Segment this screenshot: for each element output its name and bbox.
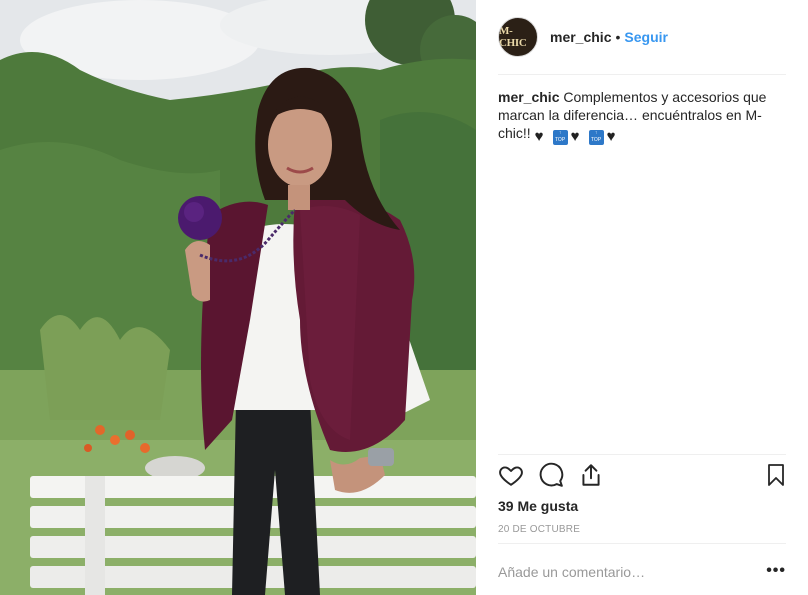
post-actions bbox=[498, 462, 790, 492]
more-options-icon[interactable]: ••• bbox=[766, 562, 786, 580]
black-heart-icon: ♥ bbox=[570, 128, 580, 145]
follow-button[interactable]: Seguir bbox=[624, 29, 668, 45]
like-heart-icon[interactable] bbox=[498, 462, 524, 493]
separator-dot: • bbox=[615, 29, 621, 45]
post-panel: M-CHIC mer_chic • Seguir mer_chic Comple… bbox=[476, 0, 808, 595]
header-divider bbox=[498, 74, 786, 75]
top-arrow-icon: ↑ TOP bbox=[552, 130, 568, 145]
comment-input[interactable] bbox=[498, 564, 748, 580]
likes-count[interactable]: 39 Me gusta bbox=[498, 498, 578, 514]
black-heart-icon: ♥ bbox=[606, 128, 616, 145]
caption-username[interactable]: mer_chic bbox=[498, 89, 559, 105]
actions-divider bbox=[498, 454, 786, 455]
username-link[interactable]: mer_chic bbox=[550, 29, 611, 45]
bookmark-icon[interactable] bbox=[764, 462, 788, 493]
post-caption: mer_chic Complementos y accesorios que m… bbox=[498, 88, 768, 145]
post-photo[interactable] bbox=[0, 0, 476, 595]
avatar[interactable]: M-CHIC bbox=[498, 17, 538, 57]
share-icon[interactable] bbox=[578, 462, 604, 493]
comment-bubble-icon[interactable] bbox=[538, 462, 564, 493]
avatar-logo-text: M-CHIC bbox=[499, 25, 527, 49]
black-heart-icon: ♥ bbox=[534, 128, 544, 145]
photo-illustration bbox=[0, 0, 476, 595]
post-header: M-CHIC mer_chic • Seguir bbox=[498, 14, 788, 60]
post-date[interactable]: 20 DE OCTUBRE bbox=[498, 524, 580, 535]
top-arrow-icon: ↑ TOP bbox=[588, 130, 604, 145]
comment-box: ••• bbox=[498, 562, 786, 582]
comment-divider bbox=[498, 543, 786, 544]
